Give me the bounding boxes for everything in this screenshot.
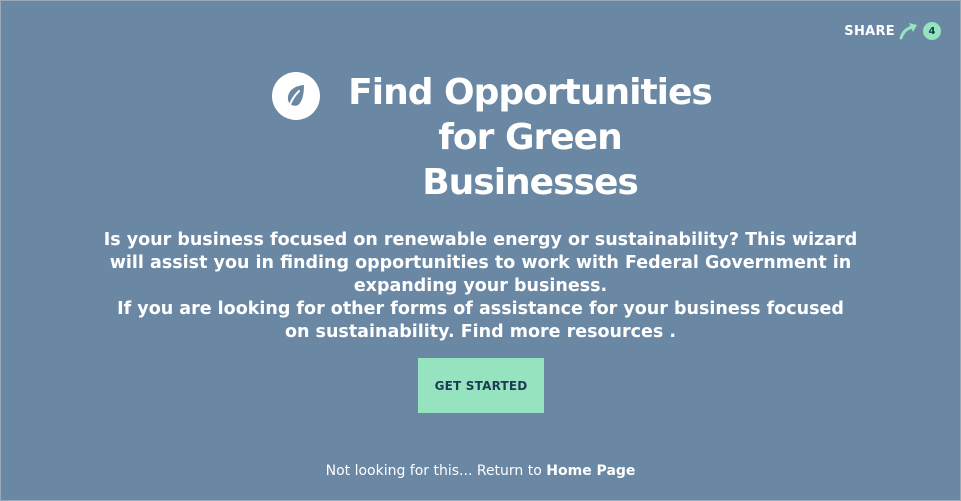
hero-header: Find Opportunities for Green Businesses bbox=[0, 70, 961, 210]
leaf-icon bbox=[272, 72, 320, 120]
description-paragraph-2: If you are looking for other forms of as… bbox=[60, 298, 901, 344]
share-count-badge: 4 bbox=[923, 22, 941, 40]
share-control[interactable]: SHARE 4 bbox=[844, 22, 941, 40]
description: Is your business focused on renewable en… bbox=[60, 229, 901, 344]
get-started-button[interactable]: GET STARTED bbox=[418, 358, 544, 413]
share-label[interactable]: SHARE bbox=[844, 24, 895, 39]
page-title: Find Opportunities for Green Businesses bbox=[348, 72, 713, 203]
home-page-link[interactable]: Home Page bbox=[546, 463, 635, 479]
footer: Not looking for this... Return to Home P… bbox=[0, 463, 961, 479]
share-arrow-icon[interactable] bbox=[899, 22, 919, 40]
more-resources-link[interactable]: more resources bbox=[510, 322, 664, 342]
description-2-text: If you are looking for other forms of as… bbox=[117, 299, 844, 342]
footer-text: Not looking for this... Return to bbox=[325, 463, 542, 479]
description-paragraph-1: Is your business focused on renewable en… bbox=[103, 230, 858, 296]
description-2-suffix: . bbox=[669, 322, 677, 342]
